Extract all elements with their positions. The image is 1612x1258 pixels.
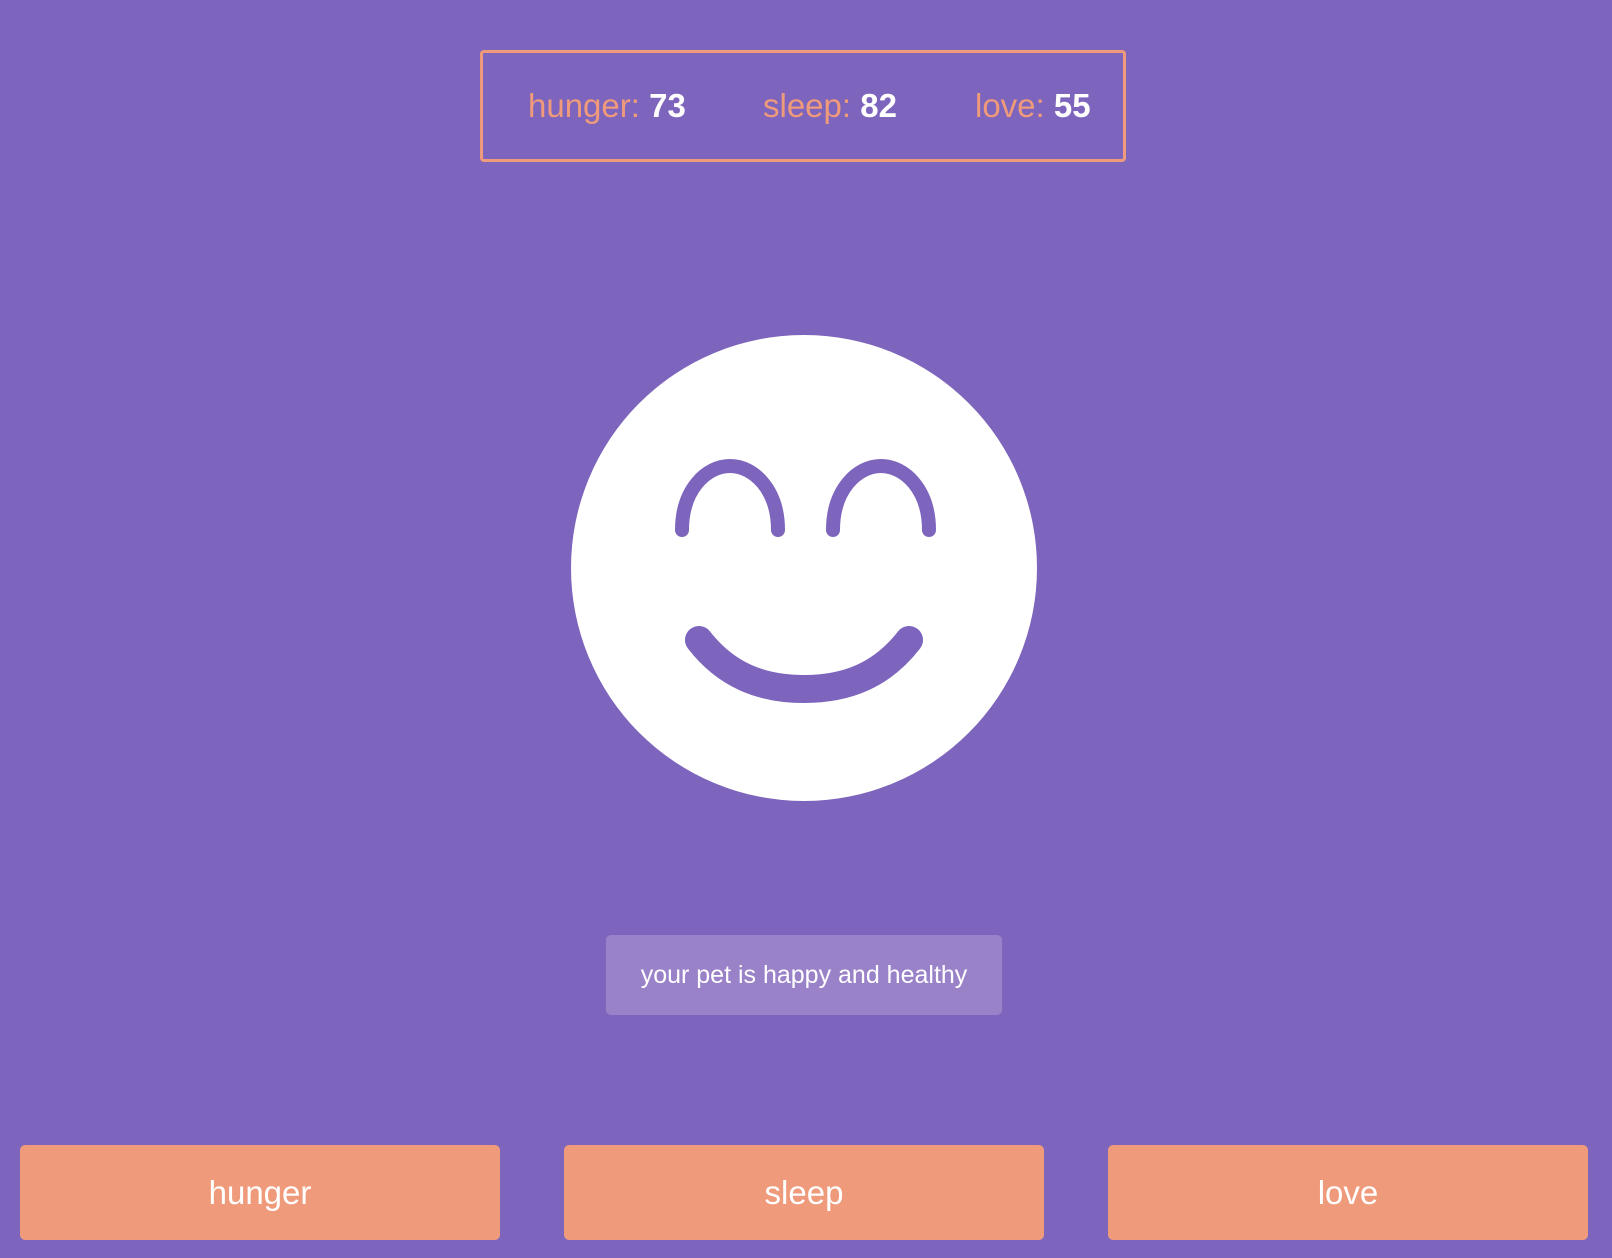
stat-hunger-label: hunger:	[528, 87, 640, 124]
stat-hunger: hunger: 73	[528, 87, 686, 125]
sleep-button[interactable]: sleep	[564, 1145, 1044, 1240]
stat-hunger-value: 73	[649, 87, 686, 124]
stat-love-label: love:	[975, 87, 1045, 124]
stat-sleep-label: sleep:	[763, 87, 852, 124]
pet-status-message: your pet is happy and healthy	[606, 935, 1002, 1015]
face-circle	[571, 335, 1037, 801]
stat-sleep: sleep: 82	[763, 87, 897, 125]
stats-panel: hunger: 73 sleep: 82 love: 55	[480, 50, 1126, 162]
happy-face-icon	[571, 335, 1037, 801]
stat-love-value: 55	[1053, 87, 1091, 124]
stat-love: love: 55	[975, 87, 1091, 125]
stat-sleep-value: 82	[860, 87, 897, 124]
hunger-button[interactable]: hunger	[20, 1145, 500, 1240]
love-button[interactable]: love	[1108, 1145, 1588, 1240]
